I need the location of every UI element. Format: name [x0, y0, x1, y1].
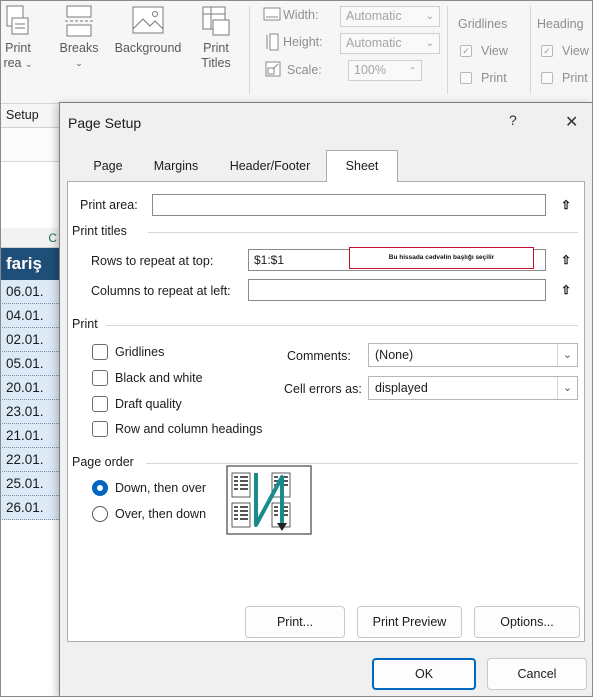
collapse-dialog-icon[interactable]: ⇧ — [556, 250, 576, 270]
gridlines-view-checkbox[interactable]: ✓ — [460, 45, 472, 57]
headings-print-checkbox[interactable] — [541, 72, 553, 84]
down-then-over-radio[interactable] — [92, 480, 108, 496]
gridlines-checkbox[interactable] — [92, 344, 108, 360]
chevron-down-icon: ⌄ — [557, 377, 577, 399]
help-button[interactable]: ? — [509, 112, 517, 128]
width-label: Width: — [283, 8, 319, 22]
background-image-icon — [132, 6, 164, 34]
print-titles-label-2: Titles — [201, 56, 231, 70]
headings-view-label: View — [562, 44, 589, 58]
scale-label: Scale: — [287, 63, 322, 77]
chevron-down-icon: ⌄ — [25, 59, 33, 69]
section-divider — [146, 463, 578, 464]
annotation-callout: Bu hissada cədvəlin başlığı seçilir — [349, 247, 534, 269]
close-icon[interactable]: ✕ — [565, 112, 578, 132]
tab-sheet[interactable]: Sheet — [326, 150, 398, 182]
over-then-down-radio[interactable] — [92, 506, 108, 522]
ribbon-separator — [530, 6, 531, 94]
print-area-label-text: Print area: — [80, 198, 138, 212]
rows-repeat-label: Rows to repeat at top: — [91, 254, 214, 268]
gridlines-group-label: Gridlines — [458, 17, 508, 31]
scale-spinner[interactable]: 100% ⌃ — [348, 60, 422, 81]
print-area-input[interactable] — [152, 194, 546, 216]
cancel-button[interactable]: Cancel — [487, 658, 587, 690]
width-value: Automatic — [346, 9, 402, 23]
tab-margins[interactable]: Margins — [144, 153, 208, 179]
breaks-label: Breaks — [59, 41, 99, 55]
height-icon — [266, 33, 279, 51]
width-icon — [263, 7, 281, 21]
height-label: Height: — [283, 35, 323, 49]
comments-value: (None) — [375, 348, 414, 362]
collapse-dialog-icon[interactable]: ⇧ — [556, 195, 576, 215]
ribbon: Print rea ⌄ Breaks ⌄ Background Print Ti… — [0, 0, 593, 104]
print-area-sub: rea — [3, 56, 22, 70]
page-order-preview-icon — [226, 465, 312, 535]
print-titles-button[interactable]: Print Titles — [196, 4, 236, 71]
print-button[interactable]: Print... — [245, 606, 345, 638]
dialog-title: Page Setup — [68, 115, 142, 131]
width-dropdown[interactable]: Automatic ⌄ — [340, 6, 440, 27]
chevron-down-icon: ⌄ — [425, 38, 434, 49]
print-titles-icon — [202, 6, 230, 36]
height-value: Automatic — [346, 36, 402, 50]
print-titles-section: Print titles — [72, 224, 127, 238]
breaks-button[interactable]: Breaks ⌄ — [56, 4, 102, 71]
comments-label: Comments: — [287, 349, 351, 363]
section-divider — [106, 325, 578, 326]
print-area-button[interactable]: Print rea ⌄ — [2, 4, 34, 72]
cols-repeat-input[interactable] — [248, 279, 546, 301]
section-divider — [148, 232, 578, 233]
chevron-down-icon: ⌄ — [425, 11, 434, 22]
black-white-checkbox[interactable] — [92, 370, 108, 386]
scale-value: 100% — [354, 63, 386, 77]
ribbon-separator — [249, 6, 250, 94]
draft-quality-label: Draft quality — [115, 397, 182, 411]
ok-button[interactable]: OK — [372, 658, 476, 690]
tab-page[interactable]: Page — [82, 153, 134, 179]
ribbon-separator — [447, 6, 448, 94]
headings-print-label: Print — [562, 71, 588, 85]
over-then-down-label: Over, then down — [115, 507, 207, 521]
background-button[interactable]: Background — [107, 4, 189, 56]
print-area-label: Print — [5, 41, 31, 55]
row-col-headings-label: Row and column headings — [115, 422, 263, 436]
cell-errors-value: displayed — [375, 381, 428, 395]
page-breaks-icon — [65, 5, 93, 37]
scale-icon — [265, 61, 281, 77]
cols-repeat-label: Columns to repeat at left: — [91, 284, 231, 298]
black-white-label: Black and white — [115, 371, 203, 385]
options-button[interactable]: Options... — [474, 606, 580, 638]
gridlines-print-checkbox[interactable] — [460, 72, 472, 84]
background-label: Background — [114, 41, 182, 55]
page-order-section: Page order — [72, 455, 134, 469]
spin-icon: ⌃ — [409, 66, 416, 75]
down-then-over-label: Down, then over — [115, 481, 207, 495]
page-setup-dialog: Page Setup ? ✕ Page Margins Header/Foote… — [59, 102, 593, 697]
chevron-down-icon: ⌄ — [75, 58, 83, 68]
chevron-down-icon: ⌄ — [557, 344, 577, 366]
draft-quality-checkbox[interactable] — [92, 396, 108, 412]
gridlines-view-label: View — [481, 44, 508, 58]
print-section: Print — [72, 317, 98, 331]
collapse-dialog-icon[interactable]: ⇧ — [556, 280, 576, 300]
cell-errors-label: Cell errors as: — [284, 382, 362, 396]
comments-select[interactable]: (None) ⌄ — [368, 343, 578, 367]
gridlines-print-label: Print — [481, 71, 507, 85]
page-setup-group-label: Setup — [0, 104, 62, 128]
headings-group-label: Heading — [537, 17, 584, 31]
tab-header-footer[interactable]: Header/Footer — [218, 153, 322, 179]
row-col-headings-checkbox[interactable] — [92, 421, 108, 437]
gridlines-label: Gridlines — [115, 345, 165, 359]
print-area-label: Print area: — [80, 198, 138, 212]
print-area-icon — [6, 5, 29, 35]
print-preview-button[interactable]: Print Preview — [357, 606, 462, 638]
height-dropdown[interactable]: Automatic ⌄ — [340, 33, 440, 54]
cell-errors-select[interactable]: displayed ⌄ — [368, 376, 578, 400]
print-titles-label-1: Print — [203, 41, 229, 55]
headings-view-checkbox[interactable]: ✓ — [541, 45, 553, 57]
